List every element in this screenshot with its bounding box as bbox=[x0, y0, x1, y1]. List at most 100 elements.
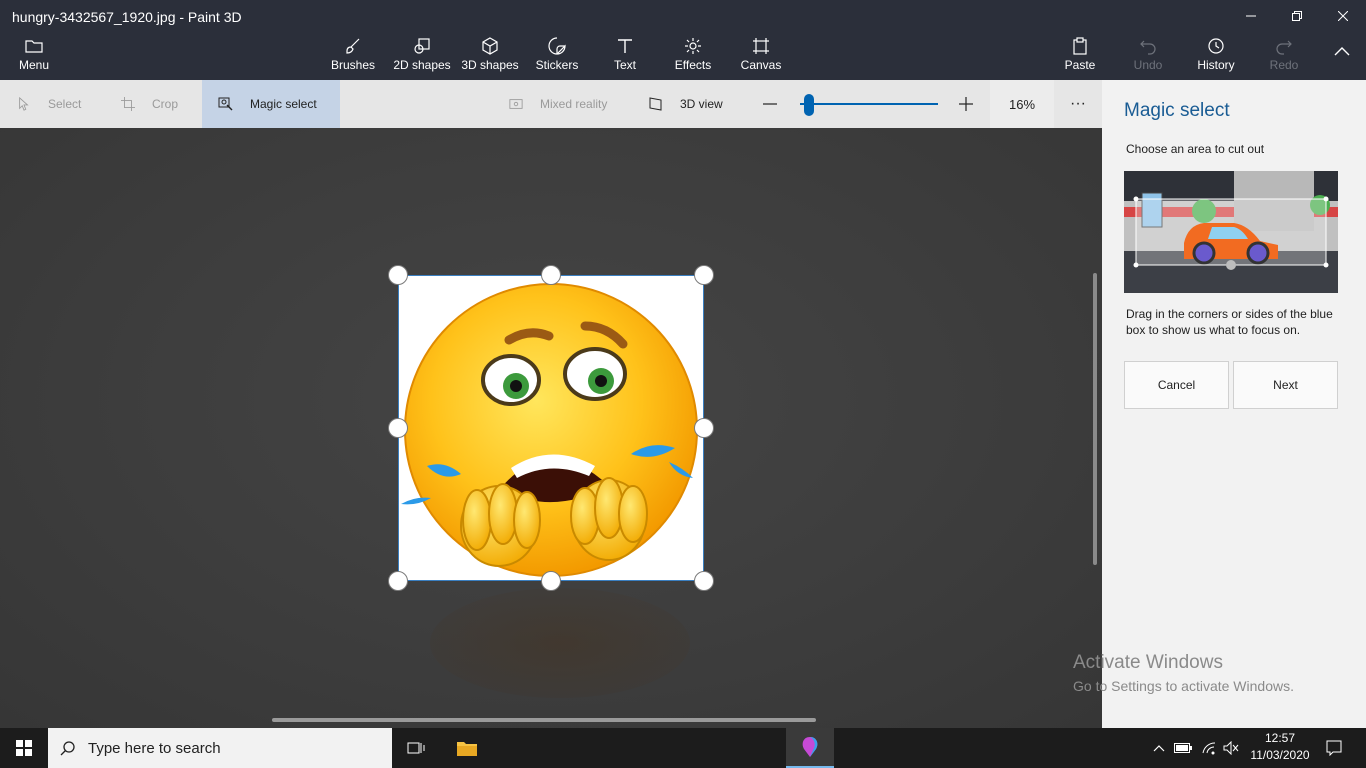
network-button[interactable] bbox=[1198, 728, 1220, 768]
menu-label: Menu bbox=[18, 58, 50, 72]
zoom-in-button[interactable] bbox=[955, 80, 977, 128]
folder-icon bbox=[24, 36, 44, 56]
select-label: Select bbox=[48, 97, 82, 111]
panel-description: Drag in the corners or sides of the blue… bbox=[1126, 307, 1333, 337]
start-button[interactable] bbox=[0, 728, 48, 768]
canvas-image[interactable] bbox=[398, 275, 704, 581]
mixed-reality-icon bbox=[508, 96, 524, 112]
restore-icon bbox=[1292, 11, 1302, 21]
undo-button[interactable]: Undo bbox=[1128, 36, 1168, 80]
action-center-button[interactable] bbox=[1318, 728, 1350, 768]
clock-time: 12:57 bbox=[1264, 731, 1296, 745]
task-view-icon bbox=[407, 742, 425, 754]
search-icon bbox=[48, 740, 88, 756]
select-tool-button[interactable]: Select bbox=[16, 80, 96, 128]
magic-select-label: Magic select bbox=[250, 97, 317, 111]
tool-brushes[interactable]: Brushes bbox=[328, 36, 378, 80]
close-button[interactable] bbox=[1320, 0, 1366, 32]
more-options-button[interactable]: ··· bbox=[1058, 80, 1098, 128]
paste-button[interactable]: Paste bbox=[1060, 36, 1100, 80]
magic-select-icon bbox=[218, 96, 234, 112]
tool-effects[interactable]: Effects bbox=[670, 36, 716, 80]
text-icon bbox=[615, 36, 635, 56]
chevron-up-icon bbox=[1153, 745, 1165, 752]
magic-select-panel: Magic select Choose an area to cut out D… bbox=[1102, 80, 1366, 728]
cancel-button[interactable]: Cancel bbox=[1124, 361, 1229, 409]
history-button[interactable]: History bbox=[1192, 36, 1240, 80]
tool-text[interactable]: Text bbox=[606, 36, 644, 80]
taskbar: Type here to search 12:57 11/03/2020 bbox=[0, 728, 1366, 768]
tool-label: Text bbox=[613, 58, 636, 72]
folder-icon bbox=[457, 742, 477, 756]
2d-shapes-icon bbox=[412, 36, 432, 56]
tool-label: Brushes bbox=[330, 58, 376, 72]
menu-button[interactable]: Menu bbox=[14, 36, 54, 80]
undo-label: Undo bbox=[1133, 58, 1163, 72]
tool-label: 3D shapes bbox=[461, 58, 519, 72]
3d-view-icon bbox=[648, 96, 664, 112]
vertical-scrollbar[interactable] bbox=[1093, 273, 1097, 565]
crop-icon bbox=[120, 96, 136, 112]
volume-muted-icon bbox=[1223, 741, 1239, 755]
resize-handle-bottom[interactable] bbox=[541, 571, 561, 591]
3d-view-button[interactable]: 3D view bbox=[648, 80, 738, 128]
3d-shapes-icon bbox=[480, 36, 500, 56]
watermark-subtitle: Go to Settings to activate Windows. bbox=[1073, 678, 1294, 694]
mixed-reality-button[interactable]: Mixed reality bbox=[508, 80, 618, 128]
canvas-shadow bbox=[430, 588, 690, 698]
search-placeholder: Type here to search bbox=[88, 739, 221, 757]
panel-subtitle: Choose an area to cut out bbox=[1126, 142, 1265, 156]
notification-icon bbox=[1326, 740, 1342, 756]
paste-label: Paste bbox=[1064, 58, 1096, 72]
battery-icon bbox=[1174, 743, 1192, 753]
taskbar-clock[interactable]: 12:57 11/03/2020 bbox=[1240, 730, 1320, 764]
tool-canvas[interactable]: Canvas bbox=[738, 36, 784, 80]
panel-title: Magic select bbox=[1124, 100, 1230, 121]
redo-icon bbox=[1274, 36, 1294, 56]
battery-button[interactable] bbox=[1172, 728, 1194, 768]
brush-icon bbox=[343, 36, 363, 56]
select-cursor-icon bbox=[16, 96, 32, 112]
window-title: hungry-3432567_1920.jpg - Paint 3D bbox=[12, 9, 242, 25]
restore-button[interactable] bbox=[1274, 0, 1320, 32]
paste-icon bbox=[1070, 36, 1090, 56]
next-button[interactable]: Next bbox=[1233, 361, 1338, 409]
crop-label: Crop bbox=[152, 97, 179, 111]
tool-label: Effects bbox=[674, 58, 712, 72]
canvas-area[interactable] bbox=[0, 128, 1102, 728]
resize-handle-right[interactable] bbox=[694, 418, 714, 438]
show-hidden-icons-button[interactable] bbox=[1150, 728, 1168, 768]
resize-handle-left[interactable] bbox=[388, 418, 408, 438]
redo-button[interactable]: Redo bbox=[1264, 36, 1304, 80]
resize-handle-bottom-right[interactable] bbox=[694, 571, 714, 591]
tool-2d-shapes[interactable]: 2D shapes bbox=[392, 36, 452, 80]
title-bar: hungry-3432567_1920.jpg - Paint 3D bbox=[0, 0, 1366, 32]
file-explorer-button[interactable] bbox=[446, 728, 488, 768]
horizontal-scrollbar[interactable] bbox=[272, 718, 816, 722]
taskbar-search[interactable]: Type here to search bbox=[48, 728, 392, 768]
resize-handle-top-right[interactable] bbox=[694, 265, 714, 285]
tool-3d-shapes[interactable]: 3D shapes bbox=[460, 36, 520, 80]
task-view-button[interactable] bbox=[398, 728, 434, 768]
volume-button[interactable] bbox=[1220, 728, 1242, 768]
undo-icon bbox=[1138, 36, 1158, 56]
minimize-button[interactable] bbox=[1228, 0, 1274, 32]
resize-handle-top[interactable] bbox=[541, 265, 561, 285]
tool-label: Canvas bbox=[740, 58, 782, 72]
tool-stickers[interactable]: Stickers bbox=[532, 36, 582, 80]
3d-view-label: 3D view bbox=[680, 97, 723, 111]
effects-icon bbox=[683, 36, 703, 56]
zoom-slider-track[interactable] bbox=[800, 103, 938, 105]
resize-handle-bottom-left[interactable] bbox=[388, 571, 408, 591]
car-illustration-image bbox=[1124, 171, 1338, 293]
stickers-icon bbox=[547, 36, 567, 56]
zoom-slider-thumb[interactable] bbox=[803, 94, 814, 116]
magic-select-button[interactable]: Magic select bbox=[202, 80, 340, 128]
resize-handle-top-left[interactable] bbox=[388, 265, 408, 285]
main-toolbar: Menu Brushes 2D shapes 3D shapes Sticker… bbox=[0, 32, 1366, 80]
watermark-title: Activate Windows bbox=[1073, 652, 1223, 673]
paint-3d-taskbar-button[interactable] bbox=[786, 728, 834, 768]
zoom-out-button[interactable] bbox=[760, 80, 780, 128]
zoom-percentage[interactable]: 16% bbox=[990, 80, 1054, 128]
crop-tool-button[interactable]: Crop bbox=[120, 80, 190, 128]
